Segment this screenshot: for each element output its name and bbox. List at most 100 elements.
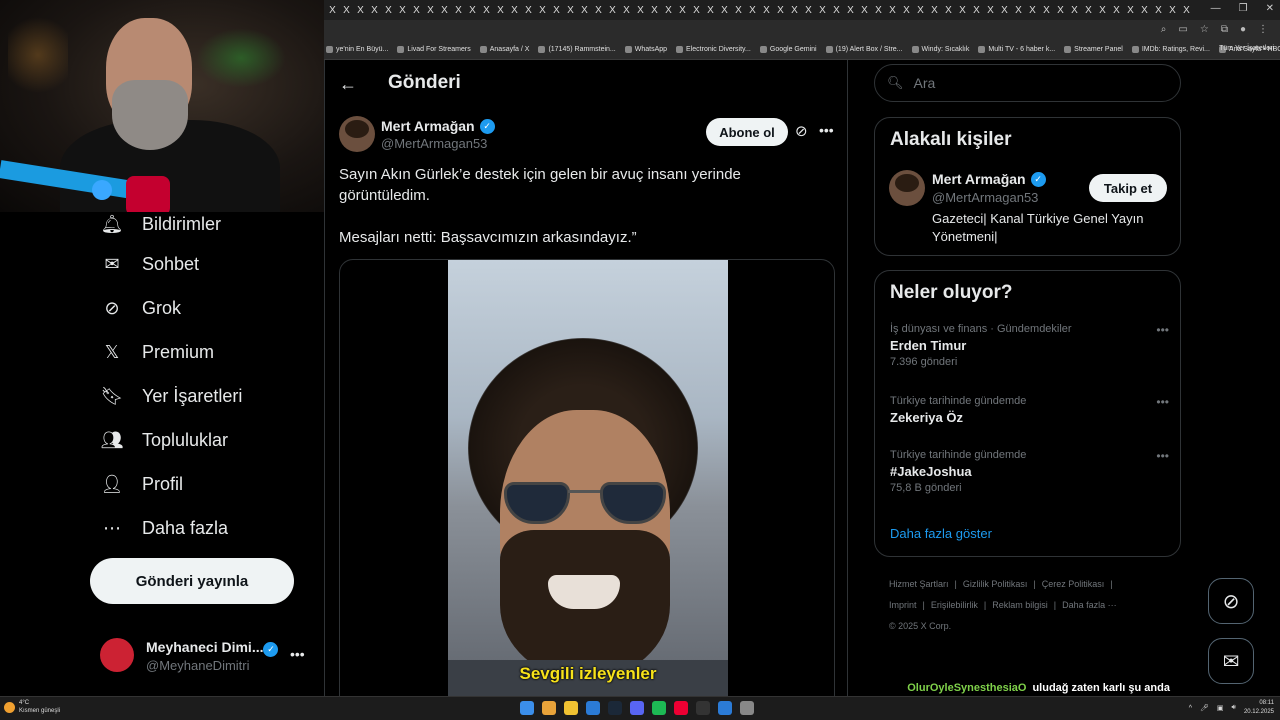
- more-icon[interactable]: •••: [290, 646, 305, 662]
- bookmark-item[interactable]: IMDb: Ratings, Revi...: [1131, 46, 1210, 53]
- grok-fab-icon[interactable]: ⊘: [1208, 578, 1254, 624]
- nav-item-profil[interactable]: 👤︎ Profil: [100, 472, 183, 496]
- chevron-up-icon[interactable]: ^: [1189, 705, 1192, 712]
- back-arrow-icon[interactable]: ←: [339, 74, 357, 95]
- browser-tab[interactable]: X: [648, 3, 661, 17]
- browser-tab[interactable]: X: [1124, 3, 1137, 17]
- folder-icon[interactable]: [564, 701, 578, 715]
- browser-tab[interactable]: X: [662, 3, 675, 17]
- browser-tab[interactable]: X: [1180, 3, 1193, 17]
- bookmark-item[interactable]: (17145) Rammstein...: [538, 46, 616, 53]
- account-switcher[interactable]: Meyhaneci Dimi... ✓ @MeyhaneDimitri •••: [100, 636, 310, 676]
- browser-tab[interactable]: X: [956, 3, 969, 17]
- discord-icon[interactable]: [630, 701, 644, 715]
- footer-link[interactable]: Erişilebilirlik: [931, 600, 978, 610]
- browser-tab[interactable]: X: [620, 3, 633, 17]
- bookmark-item[interactable]: Anasayfa / X: [479, 46, 529, 53]
- browser-tab[interactable]: X: [578, 3, 591, 17]
- post-button[interactable]: Gönderi yayınla: [90, 558, 294, 604]
- browser-tab[interactable]: X: [844, 3, 857, 17]
- browser-tab[interactable]: X: [802, 3, 815, 17]
- app-icon[interactable]: [696, 701, 710, 715]
- browser-tab[interactable]: X: [746, 3, 759, 17]
- bookmark-item[interactable]: Electronic Diversity...: [676, 46, 751, 53]
- browser-tab[interactable]: X: [900, 3, 913, 17]
- bookmark-item[interactable]: Streamer Panel: [1064, 46, 1123, 53]
- follow-button[interactable]: Takip et: [1089, 174, 1167, 202]
- browser-tab[interactable]: X: [1096, 3, 1109, 17]
- subscribe-button[interactable]: Abone ol: [706, 118, 788, 146]
- browser-tab[interactable]: X: [452, 3, 465, 17]
- messages-fab-icon[interactable]: ✉: [1208, 638, 1254, 684]
- browser-tab[interactable]: X: [704, 3, 717, 17]
- browser-tab[interactable]: X: [1152, 3, 1165, 17]
- footer-link[interactable]: Hizmet Şartları: [889, 579, 949, 589]
- bookmark-item[interactable]: Windy: Sıcaklık: [911, 46, 969, 53]
- browser-tab[interactable]: X: [858, 3, 871, 17]
- browser-tab[interactable]: X: [592, 3, 605, 17]
- network-icon[interactable]: ▣: [1217, 704, 1224, 712]
- trend-item[interactable]: İş dünyası ve finans · Gündemdekiler Erde…: [890, 323, 1175, 368]
- zoom-icon[interactable]: ⌕: [1161, 24, 1167, 35]
- browser-tab[interactable]: X: [872, 3, 885, 17]
- browser-tab[interactable]: X: [634, 3, 647, 17]
- trend-more-icon[interactable]: •••: [1156, 449, 1169, 463]
- bookmark-item[interactable]: ye'nin En Büyü...: [326, 46, 388, 53]
- nav-item-sohbet[interactable]: ✉ Sohbet: [100, 252, 199, 276]
- browser-tab[interactable]: X: [508, 3, 521, 17]
- browser-tab[interactable]: X: [928, 3, 941, 17]
- trend-more-icon[interactable]: •••: [1156, 395, 1169, 409]
- steam-icon[interactable]: [608, 701, 622, 715]
- menu-icon[interactable]: ⋮: [1258, 24, 1268, 35]
- post-more-icon[interactable]: •••: [819, 122, 834, 138]
- bookmark-item[interactable]: Multi TV - 6 haber k...: [978, 46, 1055, 53]
- browser-tab[interactable]: X: [718, 3, 731, 17]
- footer-link[interactable]: Reklam bilgisi: [992, 600, 1048, 610]
- browser-tab[interactable]: X: [816, 3, 829, 17]
- browser-tab[interactable]: X: [984, 3, 997, 17]
- browser-tab[interactable]: X: [368, 3, 381, 17]
- author-name[interactable]: Mert Armağan ✓: [381, 118, 495, 134]
- volume-icon[interactable]: 🔊︎: [1232, 704, 1236, 712]
- browser-tab[interactable]: X: [886, 3, 899, 17]
- app-icon[interactable]: [740, 701, 754, 715]
- bookmark-item[interactable]: Livad For Streamers: [397, 46, 471, 53]
- browser-tab[interactable]: X: [536, 3, 549, 17]
- app-icon[interactable]: [674, 701, 688, 715]
- trend-item[interactable]: Türkiye tarihinde gündemde #JakeJoshua 75,…: [890, 449, 1175, 494]
- browser-tab[interactable]: X: [410, 3, 423, 17]
- star-icon[interactable]: ☆: [1200, 24, 1209, 35]
- related-handle[interactable]: @MertArmagan53: [932, 190, 1038, 205]
- bookmark-item[interactable]: Google Gemini: [759, 46, 817, 53]
- profile-icon[interactable]: ●: [1240, 24, 1246, 35]
- browser-tab[interactable]: X: [340, 3, 353, 17]
- close-window-icon[interactable]: ✕: [1266, 3, 1274, 14]
- bookmark-item[interactable]: WhatsApp: [624, 46, 667, 53]
- browser-tab[interactable]: X: [1012, 3, 1025, 17]
- browser-tab[interactable]: X: [1082, 3, 1095, 17]
- app-icon[interactable]: [718, 701, 732, 715]
- nav-item-yer-i̇şaretleri[interactable]: 🔖︎ Yer İşaretleri: [100, 384, 243, 408]
- browser-tab[interactable]: X: [480, 3, 493, 17]
- browser-tab[interactable]: X: [942, 3, 955, 17]
- browser-tab[interactable]: X: [1040, 3, 1053, 17]
- nav-item-daha-fazla[interactable]: ⋯ Daha fazla: [100, 516, 228, 540]
- clock[interactable]: 08:11 20.12.2025: [1244, 699, 1274, 717]
- all-bookmarks-link[interactable]: Tüm Yer İşaretleri: [1219, 45, 1274, 52]
- browser-tab[interactable]: X: [606, 3, 619, 17]
- browser-tab[interactable]: X: [1110, 3, 1123, 17]
- footer-link[interactable]: Gizlilik Politikası: [963, 579, 1028, 589]
- browser-tab[interactable]: X: [690, 3, 703, 17]
- browser-tab[interactable]: X: [382, 3, 395, 17]
- app-icon[interactable]: [586, 701, 600, 715]
- author-avatar[interactable]: [339, 116, 375, 152]
- nav-item-bildirimler[interactable]: 🔔︎ Bildirimler: [100, 212, 221, 236]
- chrome-icon[interactable]: [542, 701, 556, 715]
- browser-tab[interactable]: X: [522, 3, 535, 17]
- restore-icon[interactable]: ❐: [1239, 3, 1248, 14]
- nav-item-grok[interactable]: ⊘ Grok: [100, 296, 181, 320]
- browser-tab[interactable]: X: [396, 3, 409, 17]
- browser-tab[interactable]: X: [1166, 3, 1179, 17]
- mic-icon[interactable]: 🎤︎: [1200, 704, 1209, 712]
- author-handle[interactable]: @MertArmagan53: [381, 136, 487, 151]
